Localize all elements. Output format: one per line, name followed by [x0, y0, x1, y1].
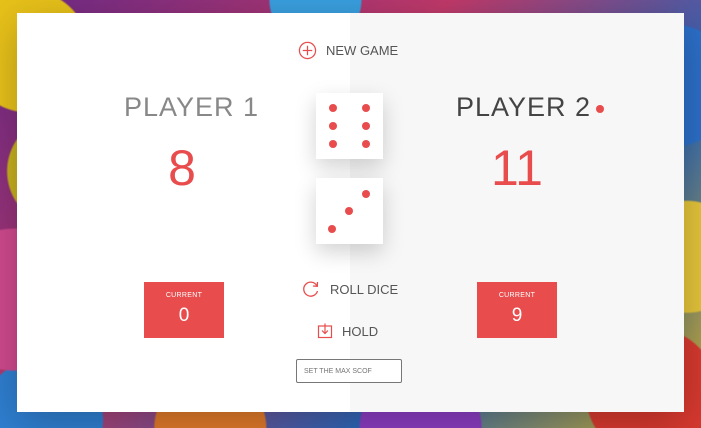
player-1-name: Player 1	[124, 92, 260, 122]
dice-2	[316, 178, 383, 244]
dice-1	[316, 93, 383, 159]
game-panel: Player 1 Player 2 8 11 Current 0 Current…	[17, 13, 684, 412]
new-game-label: New game	[326, 43, 399, 58]
hold-label: Hold	[342, 323, 379, 339]
player-1-current-value: 0	[178, 305, 190, 326]
player-2-current-value: 9	[511, 305, 523, 326]
player-1-panel	[17, 13, 350, 412]
download-icon	[317, 323, 333, 339]
player-2-score: 11	[491, 140, 543, 196]
plus-circle-icon	[298, 41, 317, 60]
new-game-button[interactable]: New game	[298, 41, 398, 60]
max-score-input[interactable]	[296, 359, 402, 383]
roll-dice-label: Roll dice	[330, 281, 399, 297]
hold-button[interactable]: Hold	[317, 323, 378, 339]
player-2-current-label: Current	[498, 292, 536, 299]
player-2-panel	[350, 13, 684, 412]
player-1-current-label: Current	[165, 292, 203, 299]
active-player-indicator	[596, 105, 604, 113]
roll-dice-button[interactable]: Roll dice	[301, 279, 398, 299]
player-2-current-box: Current 9	[477, 282, 557, 338]
player-1-score: 8	[168, 140, 196, 196]
refresh-icon	[301, 279, 321, 299]
player-2-name: Player 2	[456, 92, 592, 122]
player-1-current-box: Current 0	[144, 282, 224, 338]
